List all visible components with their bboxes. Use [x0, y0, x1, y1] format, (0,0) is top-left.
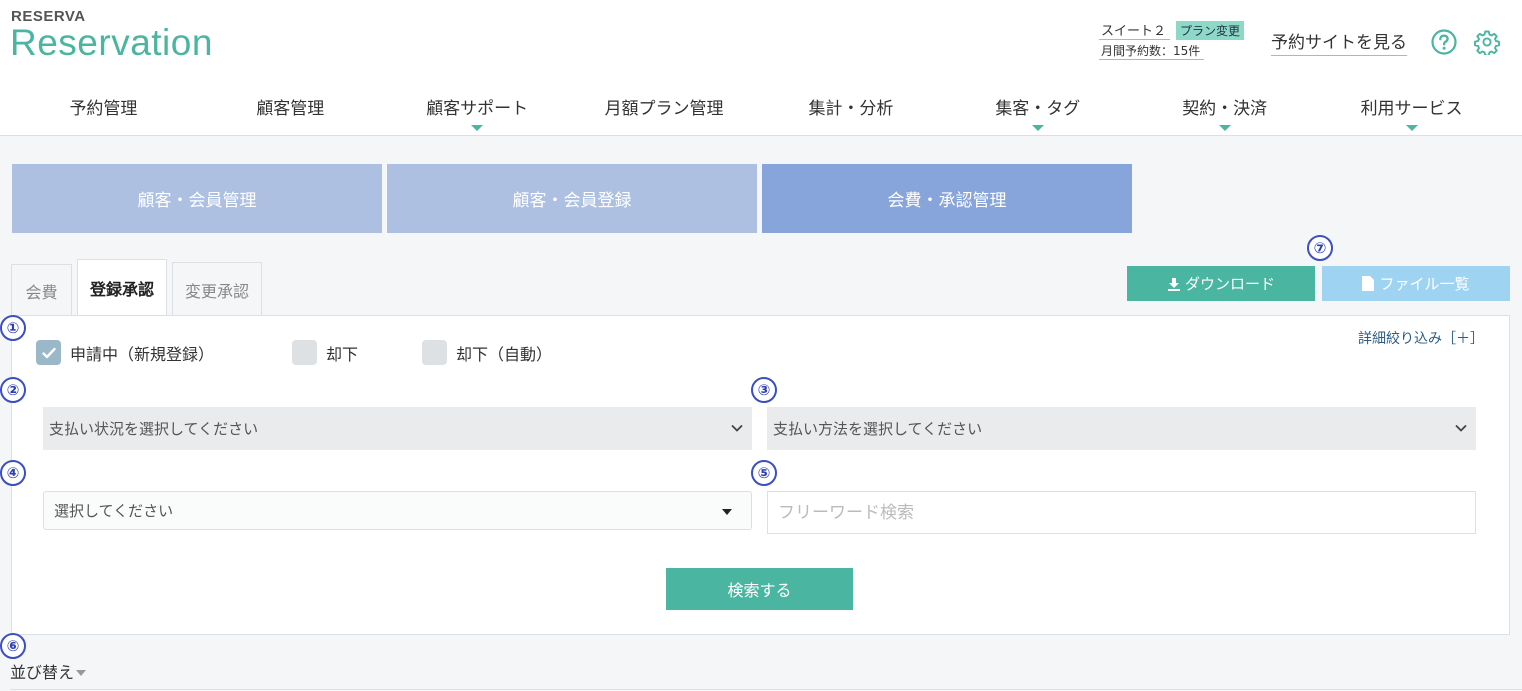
gear-icon[interactable] — [1474, 29, 1500, 55]
tab-change-approval[interactable]: 変更承認 — [172, 262, 263, 316]
caret-down-icon — [722, 509, 732, 515]
monthly-reservation-count: 月間予約数：15件 — [1099, 42, 1205, 60]
generic-select[interactable]: 選択してください — [43, 491, 752, 530]
nav-label: 利用サービス — [1360, 99, 1463, 119]
checkbox-box[interactable] — [36, 340, 61, 365]
logo[interactable]: Reservation — [10, 22, 213, 64]
nav-item-services[interactable]: 利用サービス — [1318, 94, 1505, 131]
nav-label: 月額プラン管理 — [604, 99, 724, 119]
subtab-fee-approval-management[interactable]: 会費・承認管理 — [762, 164, 1132, 233]
detailed-filter-link[interactable]: 詳細絞り込み［＋］ — [1358, 328, 1484, 348]
plan-info: スイート２ プラン変更 月間予約数：15件 — [1099, 20, 1245, 60]
nav-item-customer-support[interactable]: 顧客サポート — [384, 94, 571, 131]
header: RESERVA Reservation スイート２ プラン変更 月間予約数：15… — [0, 0, 1522, 136]
annotation-badge: ② — [0, 377, 26, 403]
annotation-badge: ① — [0, 315, 26, 341]
nav-item-contract-payment[interactable]: 契約・決済 — [1131, 94, 1318, 131]
select-value: 支払い方法を選択してください — [773, 420, 983, 438]
annotation-badge: ⑦ — [1307, 235, 1333, 261]
checkbox-rejected[interactable]: 却下 — [292, 340, 358, 365]
nav-item-customers[interactable]: 顧客管理 — [197, 94, 384, 130]
nav-item-monthly-plans[interactable]: 月額プラン管理 — [571, 94, 758, 130]
nav-item-marketing-tags[interactable]: 集客・タグ — [944, 94, 1131, 131]
download-icon — [1167, 277, 1180, 291]
tab-registration-approval[interactable]: 登録承認 — [77, 259, 168, 316]
download-label: ダウンロード — [1184, 275, 1275, 293]
nav-item-analytics[interactable]: 集計・分析 — [758, 94, 945, 130]
nav-label: 集客・タグ — [995, 99, 1081, 119]
divider — [10, 689, 1522, 690]
caret-down-icon — [76, 670, 87, 676]
annotation-badge: ⑥ — [0, 633, 26, 659]
annotation-badge: ③ — [751, 377, 777, 403]
annotation-badge: ④ — [0, 460, 26, 486]
search-button[interactable]: 検索する — [666, 568, 853, 610]
caret-down-icon — [1031, 125, 1044, 131]
sort-label: 並び替え — [10, 663, 75, 682]
view-reservation-site-link[interactable]: 予約サイトを見る — [1271, 28, 1407, 56]
checkbox-box[interactable] — [292, 340, 317, 365]
nav-label: 契約・決済 — [1182, 99, 1268, 119]
payment-method-select[interactable]: 支払い方法を選択してください — [767, 407, 1476, 450]
checkbox-rejected-auto[interactable]: 却下（自動） — [422, 340, 552, 365]
nav-item-reservations[interactable]: 予約管理 — [10, 94, 197, 130]
caret-down-icon — [1405, 125, 1418, 131]
sub-navigation: 顧客・会員管理 顧客・会員登録 会費・承認管理 — [12, 164, 1132, 233]
file-list-label: ファイル一覧 — [1379, 275, 1470, 293]
download-button[interactable]: ダウンロード — [1127, 266, 1315, 301]
checkbox-pending-new-registration[interactable]: 申請中（新規登録） — [36, 340, 214, 365]
question-circle-icon[interactable] — [1431, 29, 1457, 55]
chevron-down-icon — [1455, 424, 1467, 432]
file-icon — [1362, 276, 1375, 291]
free-word-search-input[interactable] — [767, 491, 1476, 534]
subtab-customer-member-management[interactable]: 顧客・会員管理 — [12, 164, 382, 233]
checkbox-label: 却下（自動） — [456, 344, 553, 364]
file-list-button[interactable]: ファイル一覧 — [1322, 266, 1510, 301]
chevron-down-icon — [731, 424, 743, 432]
tab-bar: 会費 登録承認 変更承認 — [11, 259, 267, 316]
nav-label: 予約管理 — [69, 99, 138, 119]
plan-name: スイート２ — [1099, 20, 1171, 40]
checkbox-label: 申請中（新規登録） — [70, 344, 215, 364]
annotation-badge: ⑤ — [751, 460, 777, 486]
main-nav: 予約管理 顧客管理 顧客サポート 月額プラン管理 集計・分析 集客・タグ 契約・… — [10, 94, 1505, 131]
check-icon — [41, 347, 56, 358]
tab-fees[interactable]: 会費 — [11, 264, 72, 316]
caret-down-icon — [471, 125, 484, 131]
select-value: 支払い状況を選択してください — [49, 420, 259, 438]
payment-status-select[interactable]: 支払い状況を選択してください — [43, 407, 752, 450]
nav-label: 顧客サポート — [426, 99, 529, 119]
nav-label: 集計・分析 — [808, 99, 894, 119]
checkbox-box[interactable] — [422, 340, 447, 365]
nav-label: 顧客管理 — [256, 99, 325, 119]
subtab-customer-member-registration[interactable]: 顧客・会員登録 — [387, 164, 757, 233]
plan-change-button[interactable]: プラン変更 — [1176, 20, 1245, 40]
checkbox-label: 却下 — [326, 344, 359, 364]
caret-down-icon — [1218, 125, 1231, 131]
sort-dropdown[interactable]: 並び替え — [10, 659, 87, 683]
select-value: 選択してください — [54, 502, 174, 520]
